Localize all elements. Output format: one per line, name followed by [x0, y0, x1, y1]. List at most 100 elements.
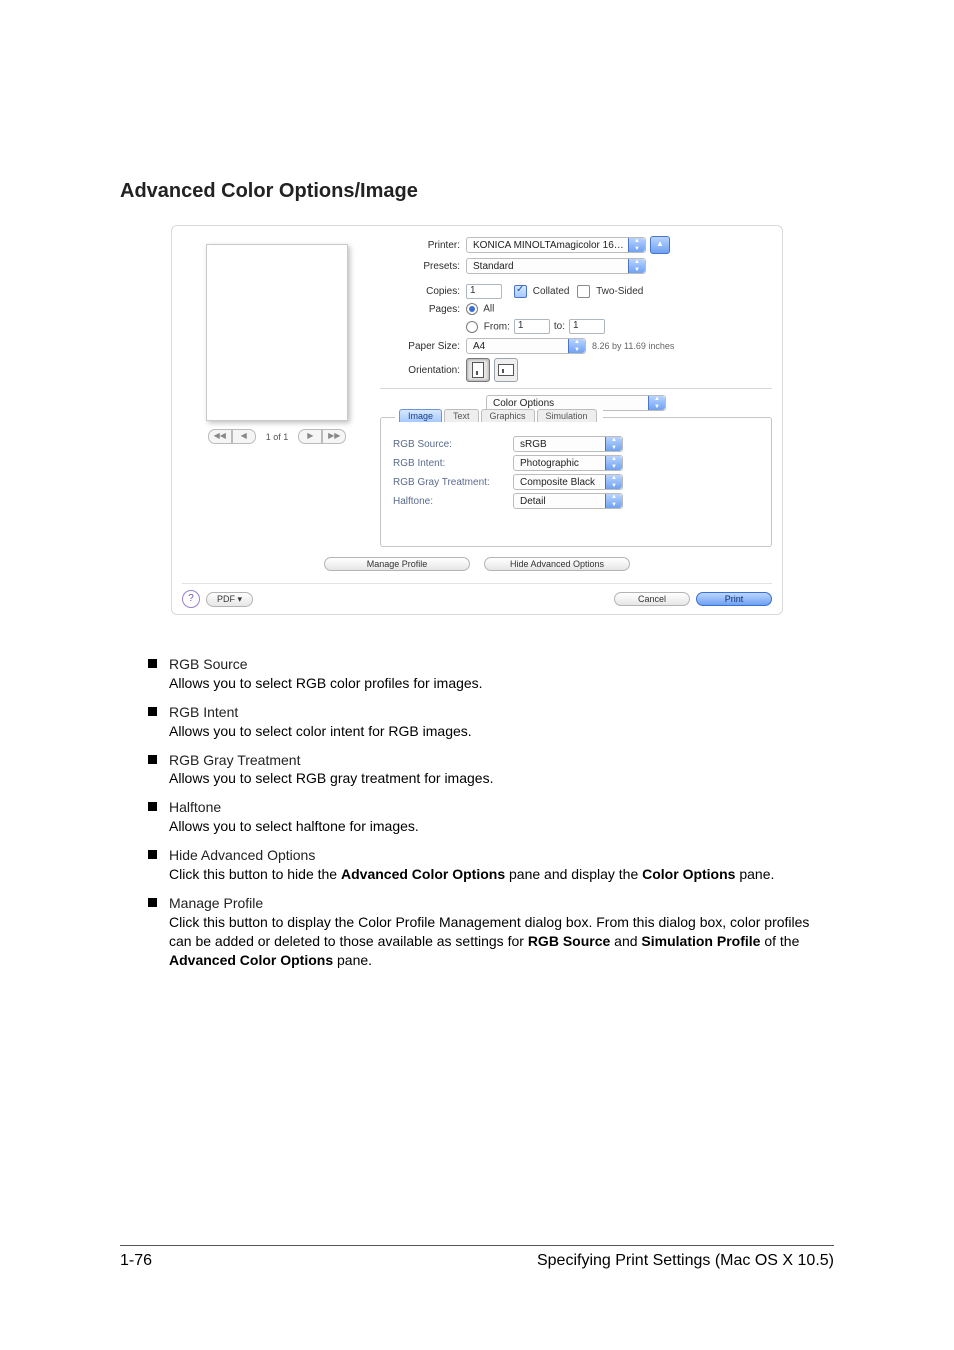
radio-icon — [466, 321, 478, 333]
chevron-updown-icon: ▲▼ — [605, 494, 622, 508]
nav-first-button[interactable]: ◀◀ — [208, 429, 232, 444]
pages-from-label: From: — [484, 321, 510, 332]
preview-thumbnail — [206, 244, 348, 421]
pages-to-label: to: — [554, 321, 565, 332]
two-sided-checkbox[interactable] — [577, 285, 590, 298]
paper-size-row: Paper Size: A4 ▲▼ 8.26 by 11.69 inches — [380, 338, 772, 354]
halftone-row: Halftone: Detail ▲▼ — [393, 493, 759, 509]
item-desc: Click this button to hide the Advanced C… — [169, 865, 834, 884]
chevron-updown-icon: ▲▼ — [605, 475, 622, 489]
page-indicator: 1 of 1 — [266, 432, 289, 442]
nav-prev-button[interactable]: ◀ — [232, 429, 256, 444]
radio-icon — [466, 303, 478, 315]
presets-row: Presets: Standard ▲▼ — [380, 258, 772, 274]
item-heading: Halftone — [169, 798, 834, 817]
printer-status-button[interactable]: ▲ — [650, 236, 670, 254]
item-desc: Allows you to select color intent for RG… — [169, 722, 834, 741]
pages-from-radio[interactable]: From: — [466, 321, 510, 333]
help-button[interactable]: ? — [182, 590, 200, 608]
item-heading: Manage Profile — [169, 894, 834, 913]
list-item: RGB Intent Allows you to select color in… — [120, 703, 834, 741]
tab-graphics[interactable]: Graphics — [481, 409, 535, 422]
tab-image[interactable]: Image — [399, 409, 442, 422]
print-button[interactable]: Print — [696, 592, 772, 606]
paper-size-label: Paper Size: — [380, 341, 466, 352]
two-sided-checkbox-wrap[interactable]: Two-Sided — [577, 285, 643, 298]
halftone-dropdown[interactable]: Detail ▲▼ — [513, 493, 623, 509]
chevron-updown-icon: ▲▼ — [628, 238, 645, 252]
item-heading: RGB Gray Treatment — [169, 751, 834, 770]
tab-text[interactable]: Text — [444, 409, 479, 422]
rgb-gray-value: Composite Black — [520, 477, 595, 488]
collated-checkbox[interactable] — [514, 285, 527, 298]
nav-next-button[interactable]: ▶ — [298, 429, 322, 444]
chevron-updown-icon: ▲▼ — [648, 396, 665, 410]
pages-all-radio[interactable]: All — [466, 303, 494, 315]
pages-all-label: All — [483, 304, 494, 315]
list-item: RGB Gray Treatment Allows you to select … — [120, 751, 834, 789]
list-item: Halftone Allows you to select halftone f… — [120, 798, 834, 836]
presets-dropdown[interactable]: Standard ▲▼ — [466, 258, 646, 274]
page-footer: 1-76 Specifying Print Settings (Mac OS X… — [120, 1245, 834, 1270]
printer-row: Printer: KONICA MINOLTAmagicolor 16… ▲▼ … — [380, 236, 772, 254]
chevron-updown-icon: ▲▼ — [605, 437, 622, 451]
rgb-intent-dropdown[interactable]: Photographic ▲▼ — [513, 455, 623, 471]
cancel-button[interactable]: Cancel — [614, 592, 690, 606]
settings-column: Printer: KONICA MINOLTAmagicolor 16… ▲▼ … — [372, 236, 772, 547]
nav-last-button[interactable]: ▶▶ — [322, 429, 346, 444]
item-desc: Allows you to select halftone for images… — [169, 817, 834, 836]
rgb-source-dropdown[interactable]: sRGB ▲▼ — [513, 436, 623, 452]
orientation-portrait-button[interactable] — [466, 358, 490, 382]
orientation-label: Orientation: — [380, 365, 466, 376]
chevron-updown-icon: ▲▼ — [568, 339, 585, 353]
item-desc: Click this button to display the Color P… — [169, 913, 834, 970]
square-bullet-icon — [148, 802, 157, 811]
copies-field[interactable]: 1 — [466, 284, 502, 299]
dialog-button-row: Manage Profile Hide Advanced Options — [182, 557, 772, 571]
paper-size-value: A4 — [473, 341, 485, 352]
rgb-intent-row: RGB Intent: Photographic ▲▼ — [393, 455, 759, 471]
orientation-landscape-button[interactable] — [494, 358, 518, 382]
rgb-intent-label: RGB Intent: — [393, 458, 513, 469]
item-heading: RGB Intent — [169, 703, 834, 722]
section-title: Advanced Color Options/Image — [120, 180, 834, 203]
square-bullet-icon — [148, 707, 157, 716]
two-sided-label: Two-Sided — [596, 286, 643, 297]
collated-checkbox-wrap[interactable]: Collated — [514, 285, 569, 298]
item-desc: Allows you to select RGB gray treatment … — [169, 769, 834, 788]
footer-section-title: Specifying Print Settings (Mac OS X 10.5… — [537, 1252, 834, 1270]
tab-simulation[interactable]: Simulation — [537, 409, 597, 422]
pages-from-field[interactable]: 1 — [514, 319, 550, 334]
rgb-gray-row: RGB Gray Treatment: Composite Black ▲▼ — [393, 474, 759, 490]
printer-label: Printer: — [380, 240, 466, 251]
square-bullet-icon — [148, 850, 157, 859]
pdf-button[interactable]: PDF ▾ — [206, 592, 253, 607]
rgb-gray-dropdown[interactable]: Composite Black ▲▼ — [513, 474, 623, 490]
manage-profile-button[interactable]: Manage Profile — [324, 557, 470, 571]
pages-range-row: From: 1 to: 1 — [380, 319, 772, 334]
chevron-updown-icon: ▲▼ — [605, 456, 622, 470]
paper-size-dropdown[interactable]: A4 ▲▼ — [466, 338, 586, 354]
divider — [380, 388, 772, 389]
body-list: RGB Source Allows you to select RGB colo… — [120, 655, 834, 969]
pages-label: Pages: — [380, 304, 466, 315]
hide-advanced-button[interactable]: Hide Advanced Options — [484, 557, 630, 571]
chevron-updown-icon: ▲▼ — [628, 259, 645, 273]
print-dialog: ◀◀ ◀ 1 of 1 ▶ ▶▶ Printer: — [171, 225, 783, 615]
copies-row: Copies: 1 Collated Two-Sided — [380, 284, 772, 299]
preview-column: ◀◀ ◀ 1 of 1 ▶ ▶▶ — [182, 236, 372, 444]
square-bullet-icon — [148, 755, 157, 764]
item-desc: Allows you to select RGB color profiles … — [169, 674, 834, 693]
paper-size-info: 8.26 by 11.69 inches — [592, 341, 674, 351]
presets-label: Presets: — [380, 261, 466, 272]
pages-to-field[interactable]: 1 — [569, 319, 605, 334]
printer-dropdown[interactable]: KONICA MINOLTAmagicolor 16… ▲▼ — [466, 237, 646, 253]
collated-label: Collated — [533, 286, 570, 297]
copies-label: Copies: — [380, 286, 466, 297]
preview-navigation: ◀◀ ◀ 1 of 1 ▶ ▶▶ — [182, 429, 372, 444]
list-item: RGB Source Allows you to select RGB colo… — [120, 655, 834, 693]
rgb-gray-label: RGB Gray Treatment: — [393, 477, 513, 488]
rgb-source-value: sRGB — [520, 439, 547, 450]
item-heading: Hide Advanced Options — [169, 846, 834, 865]
dialog-footer: ? PDF ▾ Cancel Print — [182, 584, 772, 608]
